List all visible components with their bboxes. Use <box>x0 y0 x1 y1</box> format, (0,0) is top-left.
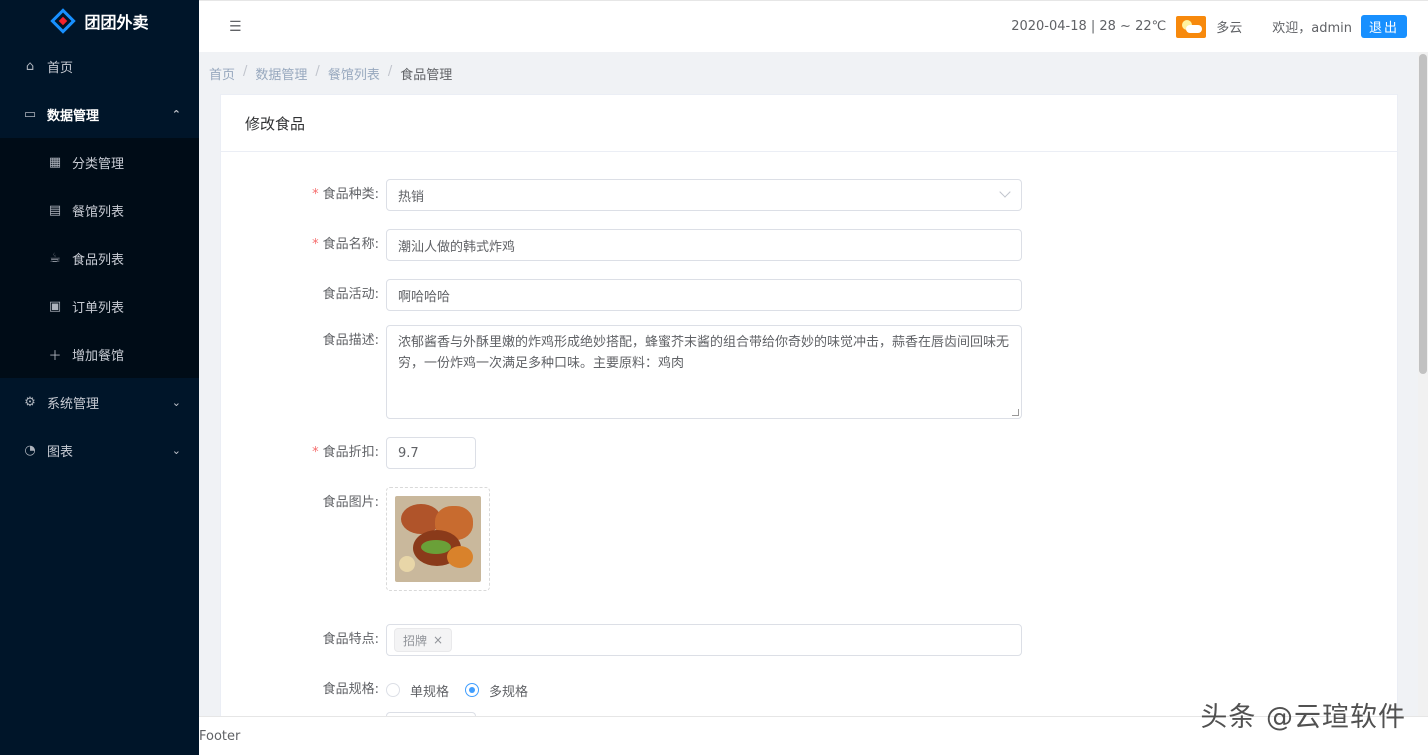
food-description-text: 浓郁酱香与外酥里嫩的炸鸡形成绝妙搭配，蜂蜜芥末酱的组合带给你奇妙的味觉冲击，蒜香… <box>398 335 1010 371</box>
form-row-features: 食品特点: 招牌 × <box>221 624 1022 656</box>
form-label: 食品活动: <box>322 287 379 302</box>
sidebar-item-label: 订单列表 <box>72 300 125 316</box>
feature-tag: 招牌 × <box>394 628 453 652</box>
category-select-value: 热销 <box>398 189 425 205</box>
radio-circle <box>465 683 480 697</box>
form-row-category: * 食品种类: 热销 <box>221 179 1022 211</box>
category-select[interactable]: 热销 <box>386 179 1022 211</box>
features-select[interactable]: 招牌 × <box>386 624 1022 656</box>
breadcrumb-separator: / <box>387 64 393 79</box>
food-activity-input[interactable]: 啊哈哈哈 <box>386 279 1022 311</box>
spec-radio-single[interactable]: 单规格 <box>386 681 449 700</box>
sidebar-item-system[interactable]: ⚙ 系统管理 ⌄ <box>0 378 199 426</box>
radio-label: 多规格 <box>489 684 529 700</box>
spec-radio-multi[interactable]: 多规格 <box>465 681 528 700</box>
sidebar-item-home[interactable]: ⌂ 首页 <box>0 42 199 90</box>
sidebar-item-label: 数据管理 <box>47 108 100 124</box>
spec-radio-group: 单规格 多规格 <box>386 674 544 706</box>
radio-label: 单规格 <box>410 684 450 700</box>
chevron-down-icon: ⌄ <box>171 443 181 457</box>
home-icon: ⌂ <box>25 58 35 74</box>
form-row-image: 食品图片: <box>221 487 490 591</box>
breadcrumb: 首页 / 数据管理 / 餐馆列表 / 食品管理 <box>209 64 452 83</box>
cup-icon: ☕ <box>49 250 61 266</box>
food-name-input[interactable]: 潮汕人做的韩式炸鸡 <box>386 229 1022 261</box>
app-title: 团团外卖 <box>84 13 149 32</box>
pie-chart-icon: ◔ <box>24 442 36 458</box>
menu-fold-icon[interactable]: ☰ <box>229 19 243 35</box>
edit-food-card: 修改食品 * 食品种类: 热销 * 食品名称: 潮汕人做的韩式炸鸡 食品活动: 啊哈… <box>220 94 1398 734</box>
submenu-data-management: ▦ 分类管理 ▤ 餐馆列表 ☕ 食品列表 ▣ 订单列表 ＋ 增加餐馆 <box>0 138 199 378</box>
cloudy-weather-icon <box>1176 15 1207 38</box>
form-row-name: * 食品名称: 潮汕人做的韩式炸鸡 <box>221 229 1022 261</box>
chevron-down-icon: ⌄ <box>171 395 181 409</box>
scrollbar-thumb[interactable] <box>1419 54 1427 374</box>
form-row-discount: * 食品折扣: 9.7 <box>221 437 476 469</box>
monitor-icon: ▭ <box>23 106 37 122</box>
sidebar-item-restaurant-list[interactable]: ▤ 餐馆列表 <box>0 186 199 234</box>
gear-icon: ⚙ <box>24 394 36 410</box>
form-label: 食品图片: <box>322 495 379 510</box>
food-image <box>395 496 481 582</box>
sidebar-item-label: 餐馆列表 <box>72 204 125 220</box>
form-label: * 食品种类: <box>312 187 379 202</box>
form-label: 食品描述: <box>322 333 379 348</box>
footer-text: Footer <box>199 728 241 744</box>
top-header: ☰ 2020-04-18 | 28 ~ 22℃ 多云 欢迎，admin 退出 <box>199 0 1428 52</box>
form-label: * 食品折扣: <box>312 445 379 460</box>
form-label: 食品特点: <box>322 632 379 647</box>
sidebar-item-order-list[interactable]: ▣ 订单列表 <box>0 282 199 330</box>
form-label: 食品规格: <box>322 682 379 697</box>
form-row-description: 食品描述: 浓郁酱香与外酥里嫩的炸鸡形成绝妙搭配，蜂蜜芥末酱的组合带给你奇妙的味… <box>221 325 1022 419</box>
sidebar-item-category[interactable]: ▦ 分类管理 <box>0 138 199 186</box>
welcome-text: 欢迎，admin <box>1272 21 1352 36</box>
breadcrumb-separator: / <box>243 64 248 79</box>
sidebar-item-label: 分类管理 <box>72 156 125 172</box>
app-logo[interactable]: 团团外卖 <box>0 0 199 42</box>
sidebar-item-label: 增加餐馆 <box>72 348 125 364</box>
plus-icon: ＋ <box>48 348 62 364</box>
logout-button[interactable]: 退出 <box>1360 15 1407 38</box>
breadcrumb-item-restaurants[interactable]: 餐馆列表 <box>328 64 380 83</box>
weather-text: 2020-04-18 | 28 ~ 22℃ <box>1011 19 1167 34</box>
sidebar-item-label: 食品列表 <box>72 252 125 268</box>
sidebar-item-label: 系统管理 <box>47 396 100 412</box>
sidebar-item-food-list[interactable]: ☕ 食品列表 <box>0 234 199 282</box>
form-label: * 食品名称: <box>312 237 379 252</box>
store-icon: ▤ <box>48 202 62 218</box>
resize-handle[interactable] <box>1012 409 1019 416</box>
sidebar-item-label: 图表 <box>47 444 74 460</box>
breadcrumb-separator: / <box>315 64 320 79</box>
logo-icon <box>50 8 77 34</box>
card-title: 修改食品 <box>221 95 1397 152</box>
order-icon: ▣ <box>48 298 62 314</box>
watermark: 头条 @云瑄软件 <box>1200 702 1406 733</box>
breadcrumb-item-data[interactable]: 数据管理 <box>255 64 307 83</box>
sidebar-item-add-restaurant[interactable]: ＋ 增加餐馆 <box>0 330 199 378</box>
sidebar-item-data-management[interactable]: ▭ 数据管理 ⌃ <box>0 90 199 138</box>
food-discount-input[interactable]: 9.7 <box>386 437 476 469</box>
image-uploader[interactable] <box>386 487 490 591</box>
breadcrumb-item-current: 食品管理 <box>400 68 453 83</box>
form-row-activity: 食品活动: 啊哈哈哈 <box>221 279 1022 311</box>
breadcrumb-item-home[interactable]: 首页 <box>209 64 235 83</box>
sidebar: 团团外卖 ⌂ 首页 ▭ 数据管理 ⌃ ▦ 分类管理 ▤ 餐馆列表 ☕ 食品列表 … <box>0 0 199 755</box>
feature-tag-label: 招牌 <box>403 633 428 648</box>
sidebar-item-charts[interactable]: ◔ 图表 ⌄ <box>0 426 199 474</box>
vertical-scrollbar[interactable] <box>1418 52 1428 716</box>
sidebar-item-label: 首页 <box>47 60 74 76</box>
grid-icon: ▦ <box>48 154 62 170</box>
chevron-down-icon <box>999 186 1011 198</box>
weather-desc: 多云 <box>1216 21 1243 36</box>
form-row-spec: 食品规格: 单规格 多规格 <box>221 674 544 706</box>
chevron-up-icon: ⌃ <box>171 107 181 121</box>
food-description-textarea[interactable]: 浓郁酱香与外酥里嫩的炸鸡形成绝妙搭配，蜂蜜芥末酱的组合带给你奇妙的味觉冲击，蒜香… <box>386 325 1022 419</box>
close-icon[interactable]: × <box>433 633 443 647</box>
header-right: 2020-04-18 | 28 ~ 22℃ 多云 欢迎，admin 退出 <box>1011 15 1428 38</box>
radio-circle <box>386 683 400 697</box>
